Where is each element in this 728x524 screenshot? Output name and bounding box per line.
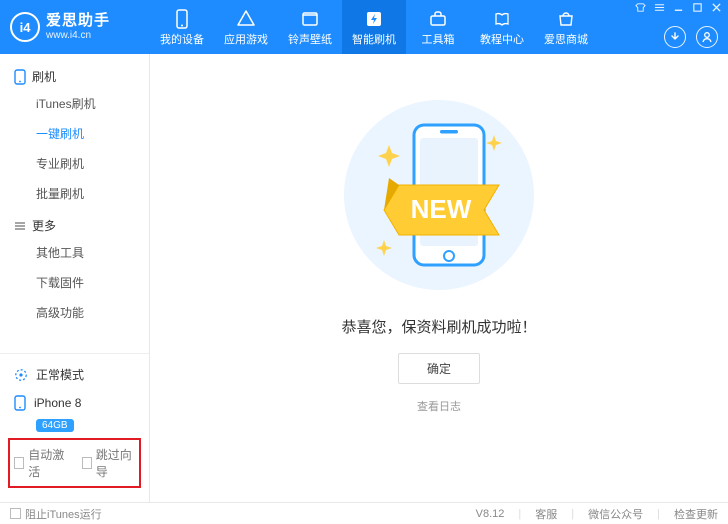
sidebar-item-advanced[interactable]: 高级功能: [36, 298, 149, 328]
sidebar-item-itunes-flash[interactable]: iTunes刷机: [36, 89, 149, 119]
win-menu[interactable]: [654, 2, 665, 16]
sidebar-group-more: 更多: [0, 209, 149, 238]
brand-url: www.i4.cn: [46, 30, 110, 41]
sidebar: 刷机 iTunes刷机 一键刷机 专业刷机 批量刷机 更多 其他工具 下载固件 …: [0, 54, 150, 502]
win-close[interactable]: [711, 2, 722, 16]
view-log-link[interactable]: 查看日志: [417, 398, 461, 414]
sidebar-item-download-fw[interactable]: 下载固件: [36, 268, 149, 298]
sidebar-group-flash: 刷机: [0, 60, 149, 89]
brand: i4 爱思助手 www.i4.cn: [0, 0, 150, 54]
nav-label: 应用游戏: [224, 31, 268, 47]
nav-label: 我的设备: [160, 31, 204, 47]
mode-label: 正常模式: [36, 366, 84, 383]
nav-my-device[interactable]: 我的设备: [150, 0, 214, 54]
download-button[interactable]: [664, 26, 686, 48]
nav-app-games[interactable]: 应用游戏: [214, 0, 278, 54]
success-illustration: NEW: [334, 90, 544, 300]
sidebar-group-label: 更多: [32, 217, 56, 234]
nav-label: 教程中心: [480, 31, 524, 47]
media-icon: [300, 9, 320, 29]
support-link[interactable]: 客服: [535, 506, 557, 522]
flash-icon: [364, 9, 384, 29]
device-name: iPhone 8: [34, 396, 81, 410]
wechat-link[interactable]: 微信公众号: [588, 506, 643, 522]
book-icon: [492, 9, 512, 29]
nav-store[interactable]: 爱思商城: [534, 0, 598, 54]
nav-smart-flash[interactable]: 智能刷机: [342, 0, 406, 54]
toolbox-icon: [428, 9, 448, 29]
apps-icon: [236, 9, 256, 29]
sidebar-item-pro-flash[interactable]: 专业刷机: [36, 149, 149, 179]
checkbox-label: 阻止iTunes运行: [25, 506, 102, 522]
sidebar-item-other-tools[interactable]: 其他工具: [36, 238, 149, 268]
win-skin[interactable]: [635, 2, 646, 16]
device-storage-badge: 64GB: [36, 419, 74, 432]
phone-icon: [14, 69, 26, 85]
confirm-button[interactable]: 确定: [398, 353, 480, 384]
brand-logo: i4: [10, 12, 40, 42]
sidebar-item-batch-flash[interactable]: 批量刷机: [36, 179, 149, 209]
nav-toolbox[interactable]: 工具箱: [406, 0, 470, 54]
statusbar: 阻止iTunes运行 V8.12 | 客服 | 微信公众号 | 检查更新: [0, 502, 728, 524]
device-mode[interactable]: 正常模式: [0, 360, 149, 389]
check-update-link[interactable]: 检查更新: [674, 506, 718, 522]
nav-label: 智能刷机: [352, 31, 396, 47]
checkbox-label: 跳过向导: [96, 446, 135, 480]
win-min[interactable]: [673, 2, 684, 16]
sidebar-group-label: 刷机: [32, 68, 56, 85]
block-itunes-checkbox[interactable]: 阻止iTunes运行: [10, 506, 102, 522]
user-button[interactable]: [696, 26, 718, 48]
phone-icon: [14, 395, 26, 411]
content-pane: NEW 恭喜您，保资料刷机成功啦！ 确定 查看日志: [150, 54, 728, 502]
titlebar: i4 爱思助手 www.i4.cn 我的设备 应用游戏 铃声壁纸: [0, 0, 728, 54]
phone-icon: [172, 9, 192, 29]
nav-label: 工具箱: [422, 31, 455, 47]
nav-tutorial[interactable]: 教程中心: [470, 0, 534, 54]
nav-label: 铃声壁纸: [288, 31, 332, 47]
version-label: V8.12: [476, 508, 505, 520]
checkbox-icon: [14, 457, 24, 469]
device-row[interactable]: iPhone 8: [0, 389, 149, 417]
checkbox-icon: [82, 457, 92, 469]
checkbox-label: 自动激活: [28, 446, 67, 480]
store-icon: [556, 9, 576, 29]
success-message: 恭喜您，保资料刷机成功啦！: [341, 316, 536, 337]
menu-icon: [14, 220, 26, 232]
refresh-dots-icon: [14, 368, 28, 382]
flash-options: 自动激活 跳过向导: [8, 438, 141, 488]
checkbox-icon: [10, 508, 21, 519]
nav-label: 爱思商城: [544, 31, 588, 47]
new-badge-text: NEW: [411, 194, 472, 224]
nav-ring-wall[interactable]: 铃声壁纸: [278, 0, 342, 54]
skip-setup-checkbox[interactable]: 跳过向导: [82, 446, 136, 480]
brand-name: 爱思助手: [46, 13, 110, 30]
sidebar-item-one-click-flash[interactable]: 一键刷机: [36, 119, 149, 149]
win-max[interactable]: [692, 2, 703, 16]
auto-activate-checkbox[interactable]: 自动激活: [14, 446, 68, 480]
